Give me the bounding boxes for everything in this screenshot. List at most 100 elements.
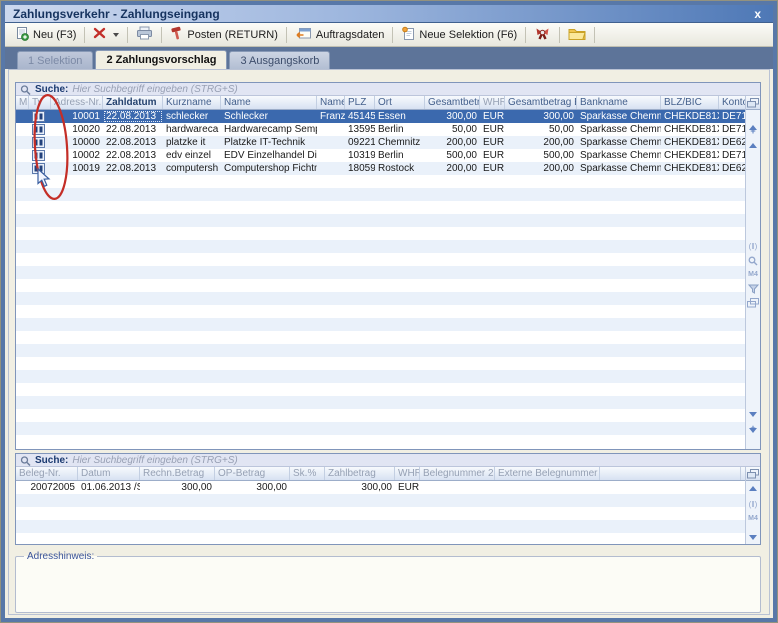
folder-button[interactable] <box>563 25 591 45</box>
column-header-datum[interactable]: Datum <box>78 467 140 480</box>
table-row[interactable]: 1001922.08.2013computershComputershop Fi… <box>16 162 745 175</box>
scroll-to-top-icon[interactable] <box>749 110 757 124</box>
tab-selektion[interactable]: 1 Selektion <box>17 51 93 69</box>
cell-kurzname: edv einzel <box>163 149 221 162</box>
sum-icon[interactable]: M4 <box>748 268 758 282</box>
empty-row <box>16 240 745 253</box>
cell-gesamtbetrag: 200,00 <box>425 162 480 175</box>
dropdown-caret-icon[interactable] <box>113 33 119 37</box>
column-header-adress-nr-[interactable]: Adress-Nr. <box>51 96 103 109</box>
cell-rechnbetrag: 300,00 <box>140 481 215 494</box>
cell-konto: DE718 <box>719 149 747 162</box>
column-header-whr[interactable]: WHR <box>480 96 505 109</box>
tab-ausgangskorb[interactable]: 3 Ausgangskorb <box>229 51 330 69</box>
table-row[interactable]: 1000222.08.2013edv einzelEDV Einzelhande… <box>16 149 745 162</box>
scroll-up-icon[interactable] <box>749 481 757 495</box>
cell-belegnummer2 <box>420 481 495 494</box>
toolbar-separator <box>392 27 393 43</box>
cell-name: Hardwarecamp Sempf OHG <box>221 123 317 136</box>
column-header-gesamtbetrag[interactable]: Gesamtbetrag <box>425 96 480 109</box>
cell-blzbic: CHEKDE81XXX <box>661 110 719 123</box>
module-button[interactable] <box>529 24 556 45</box>
empty-row <box>16 357 745 370</box>
new-selection-button[interactable]: Neue Selektion (F6) <box>396 24 522 46</box>
column-header-bankname[interactable]: Bankname <box>577 96 661 109</box>
cell-name: Schlecker <box>221 110 317 123</box>
window-content: Zahlungsverkehr - Zahlungseingang x Neu … <box>5 5 773 618</box>
cell-name: Platzke IT-Technik <box>221 136 317 149</box>
cell-adressnr: 10019 <box>51 162 103 175</box>
column-header-zahlbetrag[interactable]: Zahlbetrag <box>325 467 395 480</box>
empty-row <box>16 188 745 201</box>
toolbar-separator <box>161 27 162 43</box>
column-header-op-betrag[interactable]: OP-Betrag <box>215 467 290 480</box>
column-header-name[interactable]: Name <box>221 96 317 109</box>
scroll-up-icon[interactable] <box>749 138 757 152</box>
column-header-ort[interactable]: Ort <box>375 96 425 109</box>
grid1-search-bar[interactable]: Suche: Hier Suchbegriff eingeben (STRG+S… <box>16 83 760 96</box>
column-header-sk-[interactable]: Sk.% <box>290 467 325 480</box>
delete-button[interactable] <box>88 25 124 44</box>
column-header-whr[interactable]: WHR <box>395 467 420 480</box>
tab-page-panel: Suche: Hier Suchbegriff eingeben (STRG+S… <box>8 69 770 615</box>
column-header-zahldatum[interactable]: Zahldatum <box>103 96 163 109</box>
new-page-icon <box>14 26 29 44</box>
empty-row <box>16 279 745 292</box>
empty-row <box>16 422 745 435</box>
table-row[interactable]: 1002022.08.2013hardwarecaHardwarecamp Se… <box>16 123 745 136</box>
grid2-scroll-strip[interactable]: (‖) M4 <box>745 467 760 544</box>
order-data-button[interactable]: Auftragsdaten <box>290 24 390 45</box>
column-header-kurzname[interactable]: Kurzname <box>163 96 221 109</box>
column-header-ty[interactable]: Ty <box>29 96 51 109</box>
columns-icon[interactable]: (‖) <box>749 240 758 254</box>
cell-ort: Berlin <box>375 123 425 136</box>
column-header-konto[interactable]: Konto <box>719 96 747 109</box>
cell-datum: 01.06.2013 /Sa <box>78 481 140 494</box>
column-header-blz-bic[interactable]: BLZ/BIC <box>661 96 719 109</box>
search-label: Suche: <box>35 455 68 466</box>
tab-zahlungsvorschlag[interactable]: 2 Zahlungsvorschlag <box>95 50 227 69</box>
close-button[interactable]: x <box>750 8 765 20</box>
columns-icon[interactable]: (‖) <box>749 498 758 512</box>
column-header-m[interactable]: M <box>16 96 29 109</box>
page-up-icon[interactable]: + <box>750 124 755 138</box>
column-header-name-2[interactable]: Name 2 <box>317 96 345 109</box>
cell-name: EDV Einzelhandel Dietsch GmbH <box>221 149 317 162</box>
scroll-down-icon[interactable] <box>749 530 757 544</box>
new-label: Neu (F3) <box>33 29 76 41</box>
post-button[interactable]: Posten (RETURN) <box>165 24 282 45</box>
column-header-gesamtbetrag-euro[interactable]: Gesamtbetrag Euro <box>505 96 577 109</box>
grid1-scroll-strip[interactable]: + (‖) M4 + <box>745 96 760 449</box>
column-header-externe-belegnummer[interactable]: Externe Belegnummer <box>495 467 600 480</box>
new-selection-icon <box>401 26 415 44</box>
cell-name: Computershop Fichtner <box>221 162 317 175</box>
empty-row <box>16 292 745 305</box>
empty-row <box>16 175 745 188</box>
empty-row <box>16 409 745 422</box>
scroll-down-icon[interactable] <box>749 407 757 421</box>
new-button[interactable]: Neu (F3) <box>9 24 81 46</box>
table-row[interactable]: 1000022.08.2013platzke itPlatzke IT-Tech… <box>16 136 745 149</box>
cell-whr: EUR <box>480 110 505 123</box>
grid2-search-bar[interactable]: Suche: Hier Suchbegriff eingeben (STRG+S… <box>16 454 760 467</box>
cell-m <box>16 110 29 123</box>
filter-icon[interactable] <box>748 282 759 296</box>
column-header-blank[interactable] <box>600 467 741 480</box>
cell-zahldatum: 22.08.2013 <box>103 110 163 123</box>
grid-search-icon[interactable] <box>748 254 758 268</box>
print-button[interactable] <box>131 24 158 45</box>
column-header-beleg-nr-[interactable]: Beleg-Nr. <box>16 467 78 480</box>
sum-icon[interactable]: M4 <box>748 512 758 526</box>
table-row[interactable]: 2007200501.06.2013 /Sa300,00300,00300,00… <box>16 481 745 494</box>
table-row[interactable]: 1000122.08.2013schleckerSchleckerFranz45… <box>16 110 745 123</box>
cell-adressnr: 10020 <box>51 123 103 136</box>
scroll-to-bottom-icon[interactable] <box>749 435 757 449</box>
titlebar: Zahlungsverkehr - Zahlungseingang x <box>5 5 773 23</box>
windows-icon[interactable] <box>747 296 759 310</box>
cell-adressnr: 10002 <box>51 149 103 162</box>
column-header-belegnummer-2[interactable]: Belegnummer 2 <box>420 467 495 480</box>
column-header-rechn-betrag[interactable]: Rechn.Betrag <box>140 467 215 480</box>
column-header-plz[interactable]: PLZ <box>345 96 375 109</box>
cell-blzbic: CHEKDE81XXX <box>661 162 719 175</box>
column-settings-icon[interactable] <box>746 467 760 481</box>
